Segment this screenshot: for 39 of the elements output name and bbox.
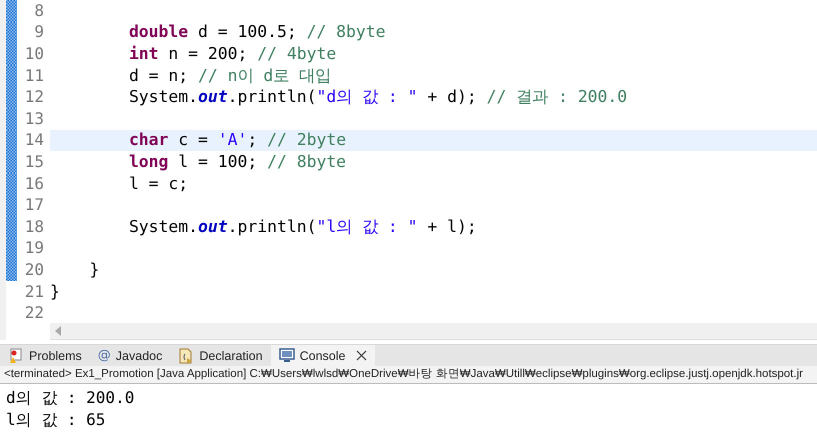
view-tab[interactable]: @ Javadoc [90,345,170,366]
view-tab[interactable]: Declaration [170,345,271,366]
code-line: System.out.println("l의 값 : " + l); [128,216,477,237]
close-icon[interactable] [356,350,368,362]
line-number: 22 [24,303,44,324]
code-line: } [50,282,60,302]
line-number: 19 [24,238,44,258]
line-number: 9 [33,22,44,42]
console-status-text: <terminated> Ex1_Promotion [Java Application] C:₩Users₩lwlsd₩OneDrive₩바탕 화면₩Java₩Utill₩eclipse₩plugins₩org.eclipse.justj.openjdk.hotspot.jr [0,366,817,384]
line-number: 8 [33,0,44,21]
line-number: 15 [24,152,44,172]
scroll-left-icon[interactable] [55,326,61,336]
code-line: } [88,260,100,280]
line-number: 17 [24,195,44,216]
line-number: 11 [24,66,44,86]
code-line: System.out.println("d의 값 : " + d); // 결과 : 200.0 [128,87,628,108]
line-number: 20 [24,260,44,280]
line-number: 21 [24,282,44,302]
code-line: char c = 'A'; // 2byte [128,130,346,150]
console-output-line: d의 값 : 200.0 [6,387,136,409]
code-line: long l = 100; // 8byte [128,152,346,172]
console-icon [278,348,295,364]
line-number: 13 [24,108,44,129]
line-number: 16 [24,174,44,194]
code-line: int n = 200; // 4byte [128,44,336,64]
line-number: 14 [24,130,44,150]
line-number: 18 [24,216,44,237]
line-number: 10 [24,44,44,64]
problems-icon [8,348,24,364]
at-sign-icon: @ [98,348,111,363]
code-line: double d = 100.5; // 8byte [128,22,386,42]
horizontal-scrollbar[interactable] [50,323,817,340]
console-output-line: l의 값 : 65 [6,409,106,431]
declaration-icon [178,348,194,364]
view-tab[interactable]: Console [270,345,376,366]
view-tab[interactable]: Problems [0,345,90,366]
code-line: l = c; [128,174,188,194]
code-line: d = n; // n이 d로 대입 [128,66,332,86]
line-number: 12 [24,87,44,108]
